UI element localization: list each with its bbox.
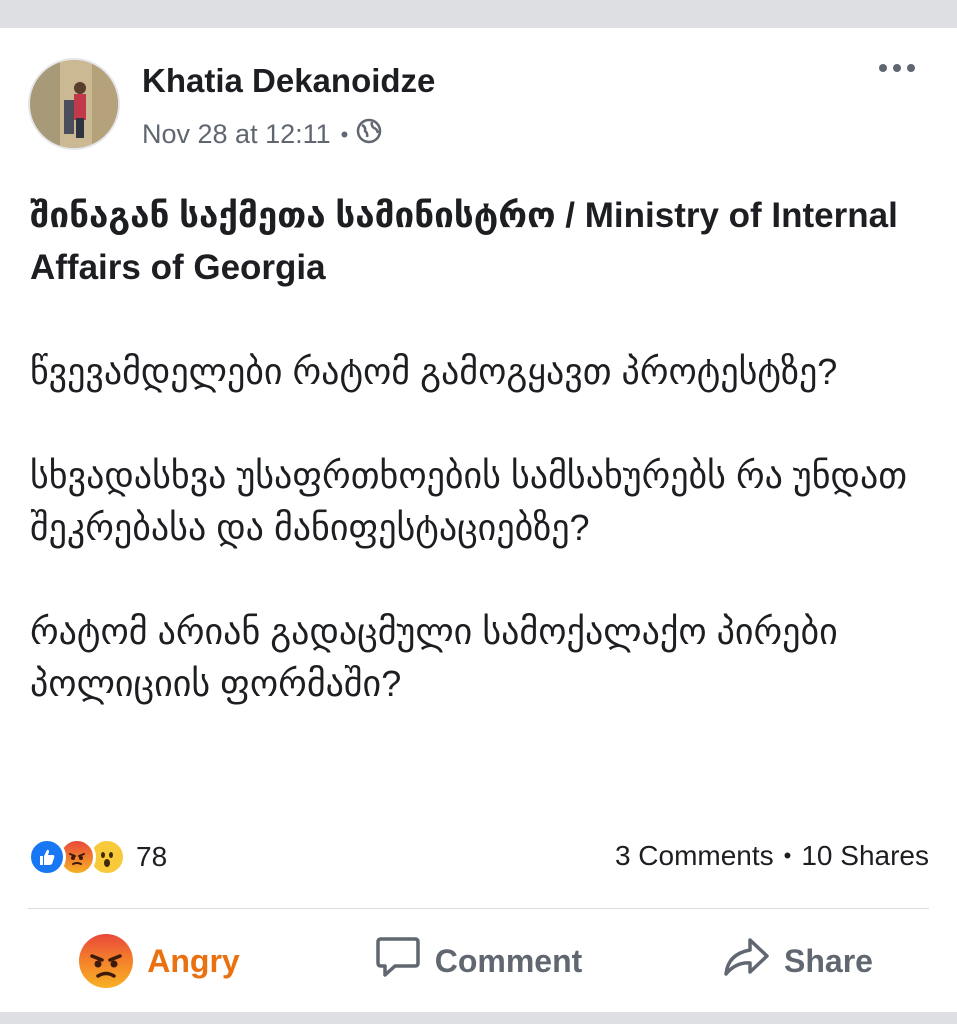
shares-count-link[interactable]: 10 Shares (801, 840, 929, 872)
more-options-button[interactable] (879, 64, 915, 72)
react-button-label: Angry (147, 942, 240, 979)
share-icon (722, 936, 770, 986)
more-dot-icon (907, 64, 915, 72)
post-paragraph: სხვადასხვა უსაფრთხოების სამსახურებს რა უ… (30, 455, 908, 548)
reaction-summary[interactable]: 78 (28, 838, 167, 876)
post-paragraph: რატომ არიან გადაცმული სამოქალაქო პირები … (30, 611, 838, 704)
comment-button-label: Comment (434, 942, 583, 979)
author-name[interactable]: Khatia Dekanoidze (142, 62, 435, 100)
post-body: შინაგან საქმეთა სამინისტრო / Ministry of… (30, 190, 930, 710)
comment-button[interactable]: Comment (319, 928, 638, 994)
share-button[interactable]: Share (638, 928, 957, 994)
angry-icon (79, 934, 134, 988)
comment-icon (375, 935, 421, 987)
stats-separator: • (783, 843, 792, 868)
react-button[interactable]: Angry (0, 928, 319, 994)
action-bar: Angry Comment Share (0, 928, 957, 994)
comments-count-link[interactable]: 3 Comments (615, 840, 774, 872)
avatar-photo (30, 60, 118, 148)
globe-icon (356, 118, 382, 151)
divider (28, 908, 929, 909)
post-timestamp[interactable]: Nov 28 at 12:11 (142, 119, 331, 150)
more-dot-icon (893, 64, 901, 72)
feed-separator (0, 1012, 957, 1024)
reaction-count: 78 (136, 841, 168, 872)
post-card: Khatia Dekanoidze Nov 28 at 12:11 • შინა… (0, 28, 957, 1012)
engagement-stats: 3 Comments • 10 Shares (615, 840, 929, 872)
like-icon (28, 838, 66, 876)
post-paragraph: წვევამდელები რატომ გამოგყავთ პროტესტზე? (30, 351, 838, 392)
shared-page-link[interactable]: შინაგან საქმეთა სამინისტრო / Ministry of… (30, 190, 930, 294)
meta-separator: • (340, 121, 349, 147)
share-button-label: Share (784, 942, 873, 979)
avatar[interactable] (28, 58, 120, 150)
post-meta: Nov 28 at 12:11 • (142, 118, 382, 151)
more-dot-icon (879, 64, 887, 72)
